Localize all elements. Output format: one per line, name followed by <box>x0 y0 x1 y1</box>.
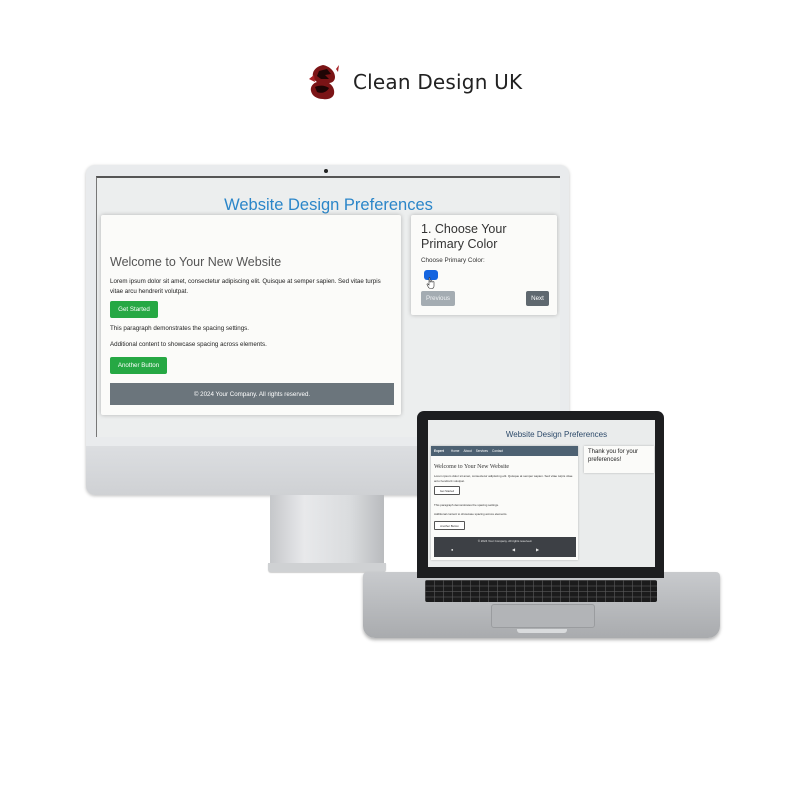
nav-item-contact[interactable]: Contact <box>492 449 503 453</box>
nav-brand[interactable]: Expert <box>434 449 444 453</box>
spacing-paragraph: This paragraph demonstrates the spacing … <box>110 325 249 332</box>
laptop-notch <box>517 629 567 633</box>
monitor-stand-foot <box>268 563 386 572</box>
nav-item-services[interactable]: Services <box>476 449 488 453</box>
laptop-screen: Website Design Preferences Expert Home A… <box>428 420 655 567</box>
thank-you-panel: Thank you for your preferences! <box>584 446 654 473</box>
navbar: Expert Home About Services Contact <box>431 446 578 456</box>
another-button[interactable]: Another Button <box>434 521 465 530</box>
spacing-paragraph: This paragraph demonstrates the spacing … <box>434 503 499 507</box>
page-title: Website Design Preferences <box>224 196 433 214</box>
page-footer: © 2024 Your Company. All rights reserved… <box>110 383 394 405</box>
keyboard <box>425 580 657 602</box>
dragon-icon <box>309 65 339 100</box>
page-footer: © 2024 Your Company. All rights reserved… <box>434 537 576 557</box>
intro-paragraph: Lorem ipsum dolor sit amet, consectetur … <box>110 278 381 295</box>
additional-paragraph: Additional content to showcase spacing a… <box>434 512 508 516</box>
trackpad <box>491 604 595 628</box>
hand-cursor-icon <box>426 277 435 289</box>
nav-item-home[interactable]: Home <box>451 449 460 453</box>
webcam <box>324 169 328 173</box>
previous-button[interactable]: Previous <box>421 291 455 306</box>
brand-name: Clean Design UK <box>353 70 523 94</box>
get-started-button[interactable]: Get Started <box>434 486 460 495</box>
step-title: 1. Choose Your Primary Color <box>421 222 507 251</box>
color-field-label: Choose Primary Color: <box>421 257 485 264</box>
footer-copyright: © 2024 Your Company. All rights reserved… <box>477 539 533 543</box>
monitor-stand <box>270 495 384 563</box>
additional-paragraph: Additional content to showcase spacing a… <box>110 341 267 348</box>
desktop-screen: Website Design Preferences Welcome to Yo… <box>96 176 560 437</box>
get-started-button[interactable]: Get Started <box>110 301 158 318</box>
welcome-heading: Welcome to Your New Website <box>110 255 282 269</box>
nav-item-about[interactable]: About <box>463 449 471 453</box>
page-title: Website Design Preferences <box>505 430 608 439</box>
another-button[interactable]: Another Button <box>110 357 167 374</box>
prev-icon[interactable]: ◀ <box>512 548 515 552</box>
thank-you-message: Thank you for your preferences! <box>588 449 639 463</box>
info-icon[interactable]: ● <box>451 548 453 552</box>
preview-card: Welcome to Your New Website Lorem ipsum … <box>101 215 401 415</box>
laptop-lid: Website Design Preferences Expert Home A… <box>417 411 664 578</box>
brand-header: Clean Design UK <box>305 62 522 102</box>
welcome-heading: Welcome to Your New Website <box>434 464 510 470</box>
next-icon[interactable]: ▶ <box>536 548 539 552</box>
intro-paragraph: Lorem ipsum dolor sit amet, consectetur … <box>434 474 573 483</box>
next-button[interactable]: Next <box>526 291 549 306</box>
preview-card: Expert Home About Services Contact Welco… <box>431 446 578 560</box>
preferences-panel: 1. Choose Your Primary Color Choose Prim… <box>411 215 557 315</box>
laptop-base <box>363 572 720 638</box>
